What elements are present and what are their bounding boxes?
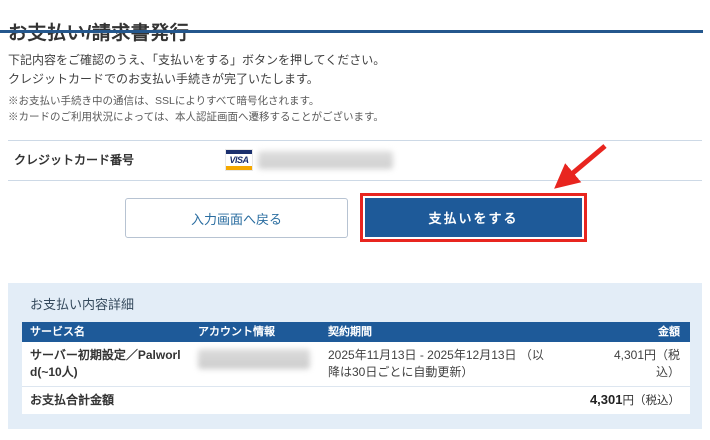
total-row: お支払合計金額 4,301円（税込）	[22, 387, 690, 414]
intro-line-2: クレジットカードでのお支払い手続きが完了いたします。	[8, 72, 319, 86]
visa-logo-wordmark: VISA	[229, 155, 249, 165]
col-header-service: サービス名	[30, 326, 85, 338]
note-ssl: ※お支払い手続き中の通信は、SSLによりすべて暗号化されます。	[8, 95, 320, 107]
total-amount-number: 4,301	[589, 392, 623, 407]
title-underline	[0, 30, 703, 33]
service-name-cell: サーバー初期設定／Palworld(~10人)	[30, 348, 181, 379]
pay-button[interactable]: 支払いをする	[365, 198, 582, 237]
blurred-account-info	[198, 349, 310, 369]
col-header-account: アカウント情報	[198, 326, 275, 338]
intro-text: 下記内容をご確認のうえ、「支払いをする」ボタンを押してください。 クレジットカー…	[8, 51, 385, 89]
table-header-row: サービス名 アカウント情報 契約期間 金額	[22, 322, 690, 342]
blurred-card-number	[258, 151, 393, 169]
account-info-cell	[190, 347, 320, 381]
visa-logo-icon: VISA	[225, 149, 253, 171]
contract-period-cell: 2025年11月13日 - 2025年12月13日 （以降は30日ごとに自動更新…	[328, 348, 544, 379]
total-label: お支払合計金額	[30, 393, 115, 407]
intro-line-1: 下記内容をご確認のうえ、「支払いをする」ボタンを押してください。	[8, 53, 386, 67]
col-header-amount: 金額	[658, 326, 680, 338]
notes-text: ※お支払い手続き中の通信は、SSLによりすべて暗号化されます。 ※カードのご利用…	[8, 93, 384, 125]
back-to-input-button[interactable]: 入力画面へ戻る	[125, 198, 348, 238]
pay-button-red-highlight: 支払いをする	[360, 193, 587, 242]
credit-card-number-label: クレジットカード番号	[14, 153, 135, 167]
divider-bottom	[8, 180, 702, 181]
red-arrow-annotation-icon	[554, 144, 607, 189]
visa-logo-gold-bar	[226, 166, 252, 170]
note-authentication: ※カードのご利用状況によっては、本人認証画面へ遷移することがございます。	[8, 111, 384, 123]
total-amount-suffix: 円（税込）	[622, 395, 681, 407]
payment-details-panel: お支払い内容詳細 サービス名 アカウント情報 契約期間 金額 サーバー初期設定／…	[8, 283, 702, 429]
table-row: サーバー初期設定／Palworld(~10人) 2025年11月13日 - 20…	[22, 342, 690, 387]
payment-confirmation-page: お支払い/請求書発行 下記内容をご確認のうえ、「支払いをする」ボタンを押してくだ…	[0, 0, 710, 440]
payment-details-table: サービス名 アカウント情報 契約期間 金額 サーバー初期設定／Palworld(…	[22, 322, 690, 414]
payment-details-title: お支払い内容詳細	[30, 297, 135, 312]
amount-cell: 4,301円（税込）	[613, 348, 680, 379]
divider-top	[8, 140, 702, 141]
total-amount: 4,301円（税込）	[452, 391, 690, 410]
col-header-period: 契約期間	[328, 326, 372, 338]
